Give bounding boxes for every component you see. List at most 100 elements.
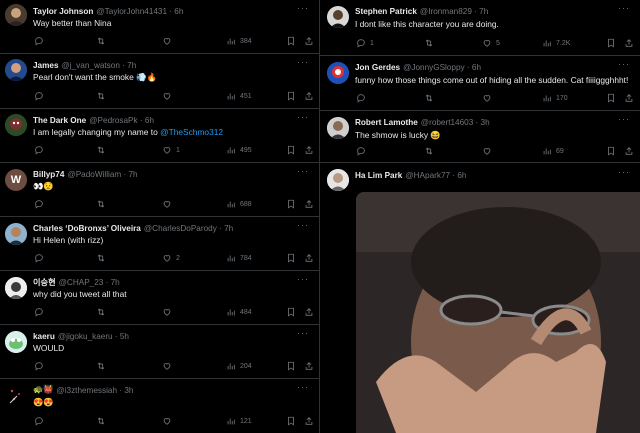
retweet-button[interactable] xyxy=(424,38,434,48)
bookmark-button[interactable] xyxy=(286,36,296,46)
author-meta[interactable]: @JonnyGSloppy · 6h xyxy=(403,63,481,72)
tweet-card[interactable]: Jon Gerdes @JonnyGSloppy · 6h ··· funny … xyxy=(320,56,640,111)
retweet-button[interactable] xyxy=(96,91,106,101)
like-button[interactable] xyxy=(162,36,176,46)
author-name[interactable]: Billyp74 xyxy=(33,170,64,179)
share-button[interactable] xyxy=(304,253,314,263)
share-button[interactable] xyxy=(304,361,314,371)
share-button[interactable] xyxy=(624,93,634,103)
author-meta[interactable]: @PedrosaPk · 6h xyxy=(89,116,154,125)
tweet-card[interactable]: James @j_van_watson · 7h ··· Pearl don't… xyxy=(0,54,319,109)
tweet-card[interactable]: The Dark One @PedrosaPk · 6h ··· I am le… xyxy=(0,109,319,163)
like-button[interactable] xyxy=(482,146,492,156)
tweet-card[interactable]: 🐢👹 @i3zthemessiah · 3h ··· 😍😍 121 xyxy=(0,379,319,433)
avatar[interactable] xyxy=(5,277,27,299)
views-button[interactable]: 384 xyxy=(226,36,252,46)
retweet-button[interactable] xyxy=(96,36,106,46)
views-button[interactable]: 451 xyxy=(226,91,252,101)
reply-button[interactable] xyxy=(34,199,44,209)
views-button[interactable]: 784 xyxy=(226,253,252,263)
bookmark-button[interactable] xyxy=(606,93,616,103)
author-name[interactable]: The Dark One xyxy=(33,116,86,125)
more-options-icon[interactable]: ··· xyxy=(618,3,630,13)
like-button[interactable] xyxy=(162,91,176,101)
reply-button[interactable] xyxy=(34,307,44,317)
like-button[interactable]: 1 xyxy=(162,145,180,155)
reply-button[interactable] xyxy=(34,91,44,101)
views-button[interactable]: 204 xyxy=(226,361,252,371)
author-meta[interactable]: @robert14603 · 3h xyxy=(421,118,490,127)
avatar[interactable] xyxy=(327,169,349,191)
views-button[interactable]: 7.2K xyxy=(542,38,570,48)
share-button[interactable] xyxy=(304,91,314,101)
bookmark-button[interactable] xyxy=(286,416,296,426)
author-meta[interactable]: @TaylorJohn41431 · 6h xyxy=(96,7,183,16)
retweet-button[interactable] xyxy=(96,307,106,317)
like-button[interactable]: 2 xyxy=(162,253,180,263)
reply-button[interactable] xyxy=(356,146,366,156)
bookmark-button[interactable] xyxy=(606,38,616,48)
retweet-button[interactable] xyxy=(424,146,434,156)
author-name[interactable]: Taylor Johnson xyxy=(33,7,93,16)
author-meta[interactable]: @HApark77 · 6h xyxy=(405,171,466,180)
avatar[interactable] xyxy=(5,4,27,26)
author-name[interactable]: James xyxy=(33,61,59,70)
avatar[interactable] xyxy=(327,117,349,139)
bookmark-button[interactable] xyxy=(606,146,616,156)
avatar[interactable] xyxy=(327,62,349,84)
retweet-button[interactable] xyxy=(96,145,106,155)
author-meta[interactable]: @PadoWilliam · 7h xyxy=(67,170,137,179)
bookmark-button[interactable] xyxy=(286,253,296,263)
bookmark-button[interactable] xyxy=(286,145,296,155)
share-button[interactable] xyxy=(304,145,314,155)
retweet-button[interactable] xyxy=(424,93,434,103)
like-button[interactable] xyxy=(162,199,176,209)
author-name[interactable]: 🐢👹 xyxy=(33,385,53,395)
author-meta[interactable]: @j_van_watson · 7h xyxy=(62,61,137,70)
more-options-icon[interactable]: ··· xyxy=(297,220,309,230)
author-meta[interactable]: @Ironman829 · 7h xyxy=(420,7,488,16)
bookmark-button[interactable] xyxy=(286,199,296,209)
views-button[interactable]: 484 xyxy=(226,307,252,317)
author-name[interactable]: Ha Lim Park xyxy=(355,171,402,180)
bookmark-button[interactable] xyxy=(286,361,296,371)
tweet-card[interactable]: Stephen Patrick @Ironman829 · 7h ··· I d… xyxy=(320,0,640,56)
share-button[interactable] xyxy=(624,146,634,156)
author-name[interactable]: Jon Gerdes xyxy=(355,63,400,72)
avatar[interactable] xyxy=(5,331,27,353)
share-button[interactable] xyxy=(304,199,314,209)
like-button[interactable] xyxy=(482,93,492,103)
avatar[interactable]: W xyxy=(5,169,27,191)
views-button[interactable]: 495 xyxy=(226,145,252,155)
reply-button[interactable] xyxy=(34,416,44,426)
avatar[interactable] xyxy=(5,385,27,407)
more-options-icon[interactable]: ··· xyxy=(297,274,309,284)
more-options-icon[interactable]: ··· xyxy=(618,167,630,177)
reply-button[interactable] xyxy=(34,145,44,155)
views-button[interactable]: 121 xyxy=(226,416,252,426)
tweet-media-image[interactable] xyxy=(356,192,640,433)
share-button[interactable] xyxy=(304,307,314,317)
retweet-button[interactable] xyxy=(96,199,106,209)
tweet-card[interactable]: Taylor Johnson @TaylorJohn41431 · 6h ···… xyxy=(0,0,319,54)
more-options-icon[interactable]: ··· xyxy=(297,166,309,176)
reply-button[interactable] xyxy=(356,93,366,103)
bookmark-button[interactable] xyxy=(286,307,296,317)
like-button[interactable] xyxy=(162,361,176,371)
avatar[interactable] xyxy=(327,6,349,28)
more-options-icon[interactable]: ··· xyxy=(618,59,630,69)
like-button[interactable]: 5 xyxy=(482,38,500,48)
tweet-card[interactable]: W Billyp74 @PadoWilliam · 7h ··· 👀😟 688 xyxy=(0,163,319,217)
retweet-button[interactable] xyxy=(96,416,106,426)
more-options-icon[interactable]: ··· xyxy=(297,328,309,338)
more-options-icon[interactable]: ··· xyxy=(297,382,309,392)
tweet-card[interactable]: Charles ‘DoBronxs’ Oliveira @CharlesDoPa… xyxy=(0,217,319,271)
more-options-icon[interactable]: ··· xyxy=(297,57,309,67)
author-meta[interactable]: @CharlesDoParody · 7h xyxy=(144,224,233,233)
views-button[interactable]: 69 xyxy=(542,146,564,156)
author-name[interactable]: kaeru xyxy=(33,332,55,341)
bookmark-button[interactable] xyxy=(286,91,296,101)
mention-link[interactable]: @TheSchmo312 xyxy=(160,127,223,137)
author-name[interactable]: 이승현 xyxy=(33,276,56,288)
tweet-card[interactable]: 이승현 @CHAP_23 · 7h ··· why did you tweet … xyxy=(0,271,319,325)
